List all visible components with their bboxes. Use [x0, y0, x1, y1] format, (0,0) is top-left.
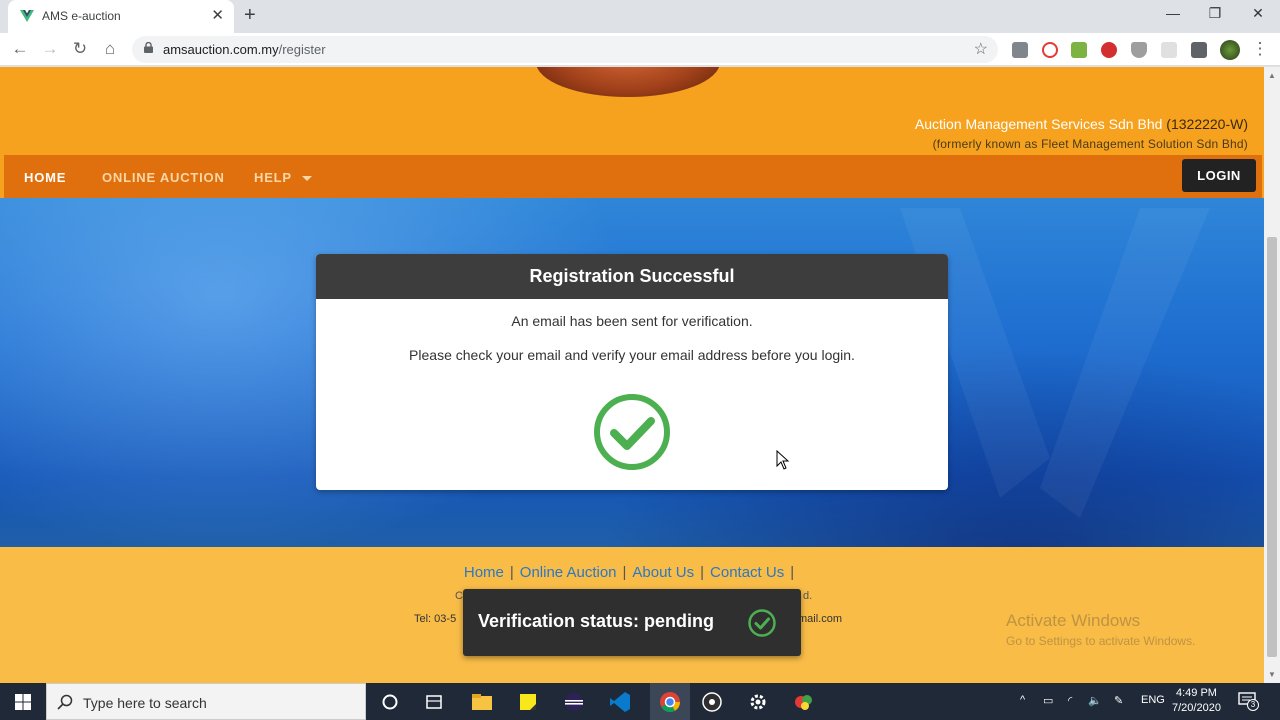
forward-arrow-icon[interactable]: → [40, 39, 60, 59]
footer-separator: | [509, 564, 514, 581]
mouse-cursor-icon [776, 450, 790, 470]
url-text: amsauction.com.my/register [163, 42, 326, 57]
footer-phone: Tel: 03-5 [414, 613, 457, 625]
back-arrow-icon[interactable]: ← [10, 39, 30, 59]
chrome-taskbar-button[interactable] [650, 683, 690, 720]
footer-email[interactable]: mail.com [798, 613, 842, 625]
activate-windows-title: Activate Windows [1006, 611, 1141, 630]
company-formerly: (formerly known as Fleet Management Solu… [932, 137, 1248, 151]
settings-gear-icon[interactable] [745, 689, 771, 715]
profile-avatar[interactable] [1220, 40, 1240, 60]
minimize-button[interactable]: — [1158, 5, 1188, 21]
sticky-notes-icon[interactable] [515, 689, 541, 715]
activate-windows-subtitle: Go to Settings to activate Windows. [1006, 634, 1196, 648]
windows-logo-icon [15, 694, 31, 710]
extension-screen-icon[interactable] [1071, 42, 1087, 58]
reload-icon[interactable]: ↻ [70, 39, 90, 59]
company-logo [536, 67, 720, 97]
puzzle-icon[interactable] [1191, 42, 1207, 58]
tab-close-icon[interactable]: ✕ [211, 6, 224, 24]
taskbar-search-box[interactable]: Type here to search [46, 683, 366, 720]
dialog-message-2: Please check your email and verify your … [409, 347, 855, 363]
footer-separator: | [622, 564, 627, 581]
url-host: amsauction.com.my [163, 42, 279, 57]
network-icon[interactable]: ◜ [1068, 694, 1072, 707]
check-circle-icon [594, 394, 670, 470]
nav-help-label: HELP [254, 170, 292, 185]
footer-link-home[interactable]: Home [464, 564, 504, 581]
language-indicator[interactable]: ENG [1141, 694, 1165, 706]
footer-link-about-us[interactable]: About Us [632, 564, 694, 581]
footer-link-online-auction[interactable]: Online Auction [520, 564, 617, 581]
footer-copyright-start: C [455, 590, 463, 602]
scroll-up-icon[interactable]: ▲ [1268, 71, 1276, 80]
extension-grey-icon[interactable] [1161, 42, 1177, 58]
clock-time: 4:49 PM [1175, 687, 1217, 699]
app-swirl-icon[interactable] [791, 689, 817, 715]
notification-count-badge: 3 [1247, 699, 1259, 711]
clock-date: 7/20/2020 [1172, 702, 1221, 714]
verification-toast: Verification status: pending [463, 589, 801, 656]
battery-icon[interactable]: ▭ [1043, 694, 1053, 707]
menu-dots-icon[interactable]: ⋮ [1250, 39, 1270, 59]
home-icon[interactable]: ⌂ [100, 39, 120, 59]
lock-icon [144, 42, 153, 53]
check-circle-icon [748, 609, 776, 637]
footer-copyright-end: d. [803, 590, 813, 602]
pen-icon[interactable]: ✎ [1114, 694, 1123, 707]
volume-icon[interactable]: 🔈 [1088, 694, 1102, 707]
vue-logo-icon [20, 10, 34, 22]
tray-chevron-up-icon[interactable]: ^ [1020, 694, 1025, 706]
search-icon [57, 694, 73, 710]
taskbar-clock[interactable]: 4:49 PM 7/20/2020 [1172, 686, 1221, 716]
tab-title: AMS e-auction [42, 9, 121, 23]
registration-success-dialog: Registration Successful An email has bee… [316, 254, 948, 490]
address-bar[interactable]: amsauction.com.my/register ☆ [132, 36, 998, 63]
scroll-down-icon[interactable]: ▼ [1268, 670, 1276, 679]
search-placeholder: Type here to search [83, 695, 207, 711]
browser-tabstrip: AMS e-auction ✕ + — ❐ ✕ [0, 0, 1280, 33]
company-name: Auction Management Services Sdn Bhd (132… [915, 116, 1248, 132]
obs-icon[interactable] [699, 689, 725, 715]
company-reg: (1322220-W) [1166, 116, 1248, 132]
extension-target-icon[interactable] [1042, 42, 1058, 58]
footer-separator: | [790, 564, 795, 581]
nav-online-auction[interactable]: ONLINE AUCTION [102, 170, 225, 185]
url-path: /register [278, 42, 326, 57]
footer-links: Home | Online Auction | About Us | Contact Us | [0, 564, 1264, 581]
dialog-title: Registration Successful [316, 254, 948, 299]
windows-taskbar: Type here to search ^ ▭ ◜ 🔈 ✎ ENG 4:49 P… [0, 683, 1280, 720]
dialog-message-1: An email has been sent for verification. [511, 313, 753, 329]
maximize-button[interactable]: ❐ [1200, 5, 1230, 22]
shield-icon[interactable] [1131, 42, 1147, 58]
vscode-icon[interactable] [607, 689, 633, 715]
browser-toolbar: ← → ↻ ⌂ amsauction.com.my/register ☆ ⋮ [0, 33, 1280, 66]
footer-link-contact-us[interactable]: Contact Us [710, 564, 784, 581]
page-scrollbar[interactable]: ▲ ▼ [1264, 67, 1280, 683]
start-button[interactable] [0, 683, 46, 720]
eclipse-icon[interactable] [561, 689, 587, 715]
company-name-text: Auction Management Services Sdn Bhd [914, 116, 1163, 132]
task-view-icon[interactable] [421, 689, 447, 715]
nav-help[interactable]: HELP [254, 170, 312, 185]
chevron-down-icon [301, 176, 312, 182]
extension-icon[interactable] [1012, 42, 1028, 58]
cortana-icon[interactable] [377, 689, 403, 715]
main-navbar: HOME ONLINE AUCTION HELP LOGIN [4, 155, 1262, 198]
close-window-button[interactable]: ✕ [1243, 5, 1273, 22]
browser-tab[interactable]: AMS e-auction ✕ [8, 0, 234, 33]
bookmark-star-icon[interactable]: ☆ [974, 39, 988, 59]
chrome-icon [660, 692, 681, 713]
nav-home[interactable]: HOME [24, 170, 66, 185]
file-explorer-icon[interactable] [469, 689, 495, 715]
new-tab-button[interactable]: + [244, 4, 256, 27]
login-button[interactable]: LOGIN [1182, 159, 1256, 192]
notification-center-button[interactable]: 3 [1238, 692, 1259, 711]
toast-message: Verification status: pending [478, 611, 715, 631]
extension-red-icon[interactable] [1101, 42, 1117, 58]
footer-separator: | [700, 564, 705, 581]
scroll-thumb[interactable] [1267, 237, 1277, 657]
